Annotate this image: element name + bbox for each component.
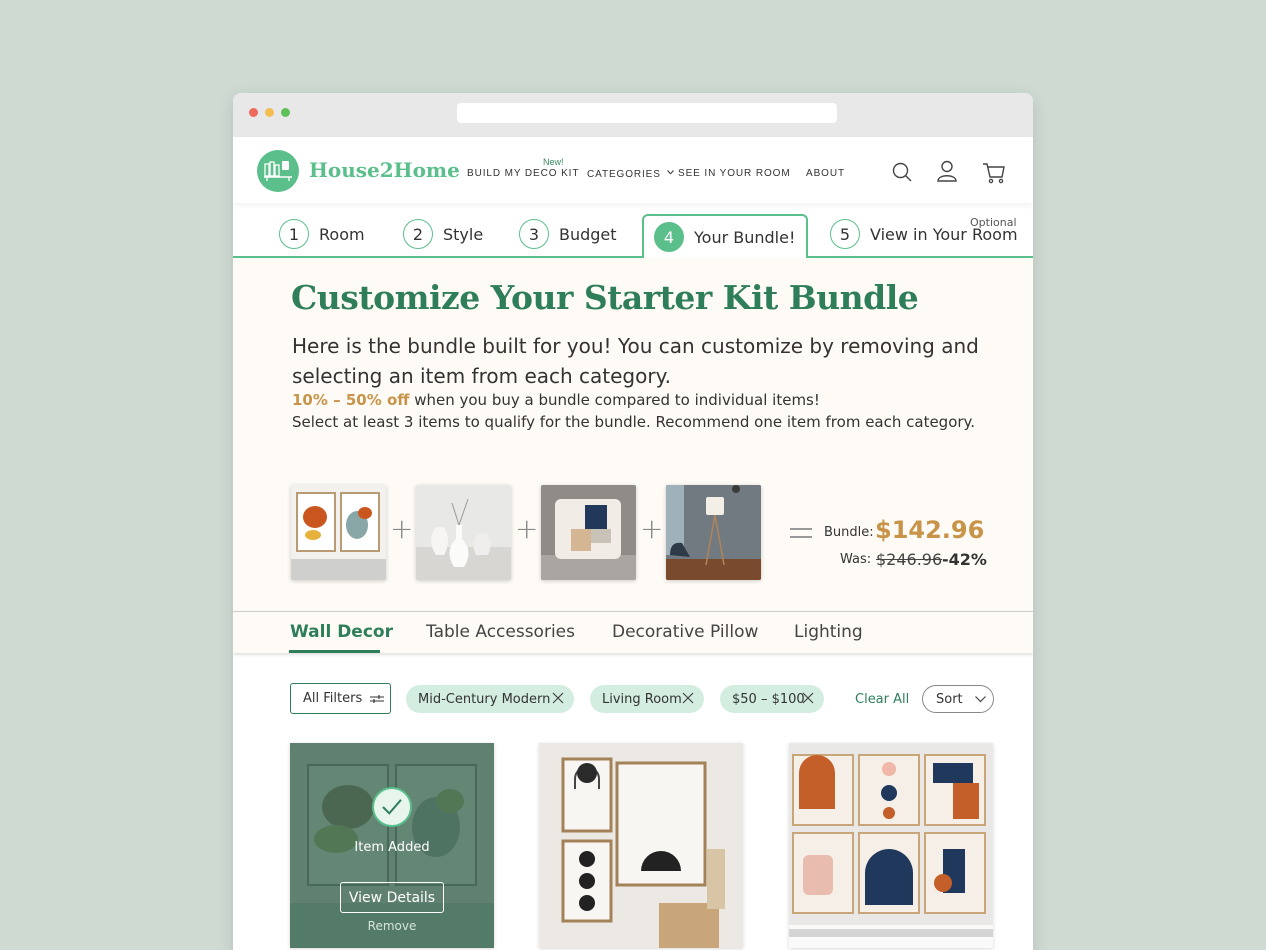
product-card[interactable]: Item Added View Details Remove <box>290 743 494 948</box>
bundle-thumb-table-accessories[interactable] <box>416 485 511 580</box>
progress-steps: 1 Room 2 Style 3 Budget 4 Your Bundle! 5… <box>233 203 1033 258</box>
step-room[interactable]: 1 Room <box>279 219 365 249</box>
all-filters-label: All Filters <box>303 691 363 706</box>
logo-icon[interactable] <box>257 150 299 192</box>
browser-window: House2Home New! BUILD MY DECO KIT CATEGO… <box>233 93 1033 950</box>
was-label: Was: <box>840 552 872 567</box>
chevron-down-icon <box>974 695 986 702</box>
bundle-thumb-lighting[interactable] <box>666 485 761 580</box>
plus-icon: + <box>640 512 664 545</box>
maximize-window-dot[interactable] <box>281 108 290 117</box>
sort-dropdown[interactable]: Sort <box>922 685 994 713</box>
promo-text: 10% – 50% off when you buy a bundle comp… <box>292 391 820 409</box>
item-added-label: Item Added <box>354 840 430 855</box>
tab-decorative-pillow[interactable]: Decorative Pillow <box>612 622 758 642</box>
promo-rest: when you buy a bundle compared to indivi… <box>409 391 820 409</box>
nav-about[interactable]: ABOUT <box>806 168 845 179</box>
chip-label: $50 – $100 <box>732 691 805 707</box>
page-title: Customize Your Starter Kit Bundle <box>291 278 919 317</box>
bundle-thumb-decorative-pillow[interactable] <box>541 485 636 580</box>
step-number: 5 <box>830 219 860 249</box>
bundle-note: Select at least 3 items to qualify for t… <box>292 413 976 431</box>
plus-icon: + <box>515 512 539 545</box>
filter-chip-room[interactable]: Living Room <box>590 685 704 713</box>
tab-table-accessories[interactable]: Table Accessories <box>426 622 575 642</box>
filter-chip-price[interactable]: $50 – $100 <box>720 685 824 713</box>
sort-label: Sort <box>936 691 963 707</box>
plus-icon: + <box>390 512 414 545</box>
active-tab-underline <box>289 650 380 653</box>
chip-label: Mid-Century Modern <box>418 691 551 707</box>
promo-highlight: 10% – 50% off <box>292 391 410 409</box>
filter-chip-style[interactable]: Mid-Century Modern <box>406 685 574 713</box>
tab-wall-decor[interactable]: Wall Decor <box>290 622 393 642</box>
step-style[interactable]: 2 Style <box>403 219 483 249</box>
address-bar[interactable] <box>457 103 837 123</box>
step-your-bundle[interactable]: 4 Your Bundle! <box>642 214 808 258</box>
hero-subtitle: Here is the bundle built for you! You ca… <box>292 334 979 388</box>
logo-text[interactable]: House2Home <box>309 158 460 182</box>
step-label: Budget <box>559 224 617 244</box>
discount-badge: -42% <box>942 550 987 569</box>
step-label: Your Bundle! <box>694 227 796 247</box>
step-budget[interactable]: 3 Budget <box>519 219 617 249</box>
nav-see-in-your-room[interactable]: SEE IN YOUR ROOM <box>678 168 791 179</box>
chevron-down-icon <box>666 170 674 175</box>
close-icon[interactable] <box>682 692 694 704</box>
view-details-button[interactable]: View Details <box>340 882 444 913</box>
category-tabs: Wall Decor Table Accessories Decorative … <box>233 611 1033 653</box>
checkmark-icon <box>372 787 412 827</box>
nav-build-my-deco-kit[interactable]: BUILD MY DECO KIT <box>467 168 579 179</box>
close-window-dot[interactable] <box>249 108 258 117</box>
all-filters-button[interactable]: All Filters <box>290 683 391 714</box>
remove-link[interactable]: Remove <box>290 919 494 933</box>
clear-all-link[interactable]: Clear All <box>855 692 909 707</box>
bundle-thumb-wall-decor[interactable] <box>291 485 386 580</box>
bundle-hero: Customize Your Starter Kit Bundle Here i… <box>233 258 1033 612</box>
step-label: Room <box>319 224 365 244</box>
chip-label: Living Room <box>602 691 682 707</box>
optional-label: Optional <box>970 216 1017 229</box>
product-image <box>539 743 743 948</box>
product-image <box>789 743 993 948</box>
close-icon[interactable] <box>802 692 814 704</box>
step-number: 1 <box>279 219 309 249</box>
close-icon[interactable] <box>552 692 564 704</box>
nav-categories[interactable]: CATEGORIES <box>587 169 674 180</box>
search-icon[interactable] <box>892 162 912 182</box>
browser-chrome <box>233 93 1033 137</box>
step-number: 2 <box>403 219 433 249</box>
filter-bar: All Filters Mid-Century Modern Living Ro… <box>233 683 1033 715</box>
bundle-price: $142.96 <box>875 516 985 544</box>
product-card[interactable] <box>539 743 743 948</box>
filter-sliders-icon <box>370 694 385 703</box>
step-label: Style <box>443 224 484 244</box>
tab-lighting[interactable]: Lighting <box>794 622 863 642</box>
bundle-label: Bundle: <box>824 525 874 540</box>
was-price: $246.96 <box>876 550 943 569</box>
cart-icon[interactable] <box>982 162 1006 184</box>
equals-icon <box>790 528 812 538</box>
step-number: 4 <box>654 222 684 252</box>
site-header: House2Home New! BUILD MY DECO KIT CATEGO… <box>233 137 1033 203</box>
user-icon[interactable] <box>936 160 958 182</box>
nav-categories-label: CATEGORIES <box>587 169 661 180</box>
step-number: 3 <box>519 219 549 249</box>
product-card[interactable] <box>789 743 993 948</box>
minimize-window-dot[interactable] <box>265 108 274 117</box>
new-badge: New! <box>543 157 564 167</box>
